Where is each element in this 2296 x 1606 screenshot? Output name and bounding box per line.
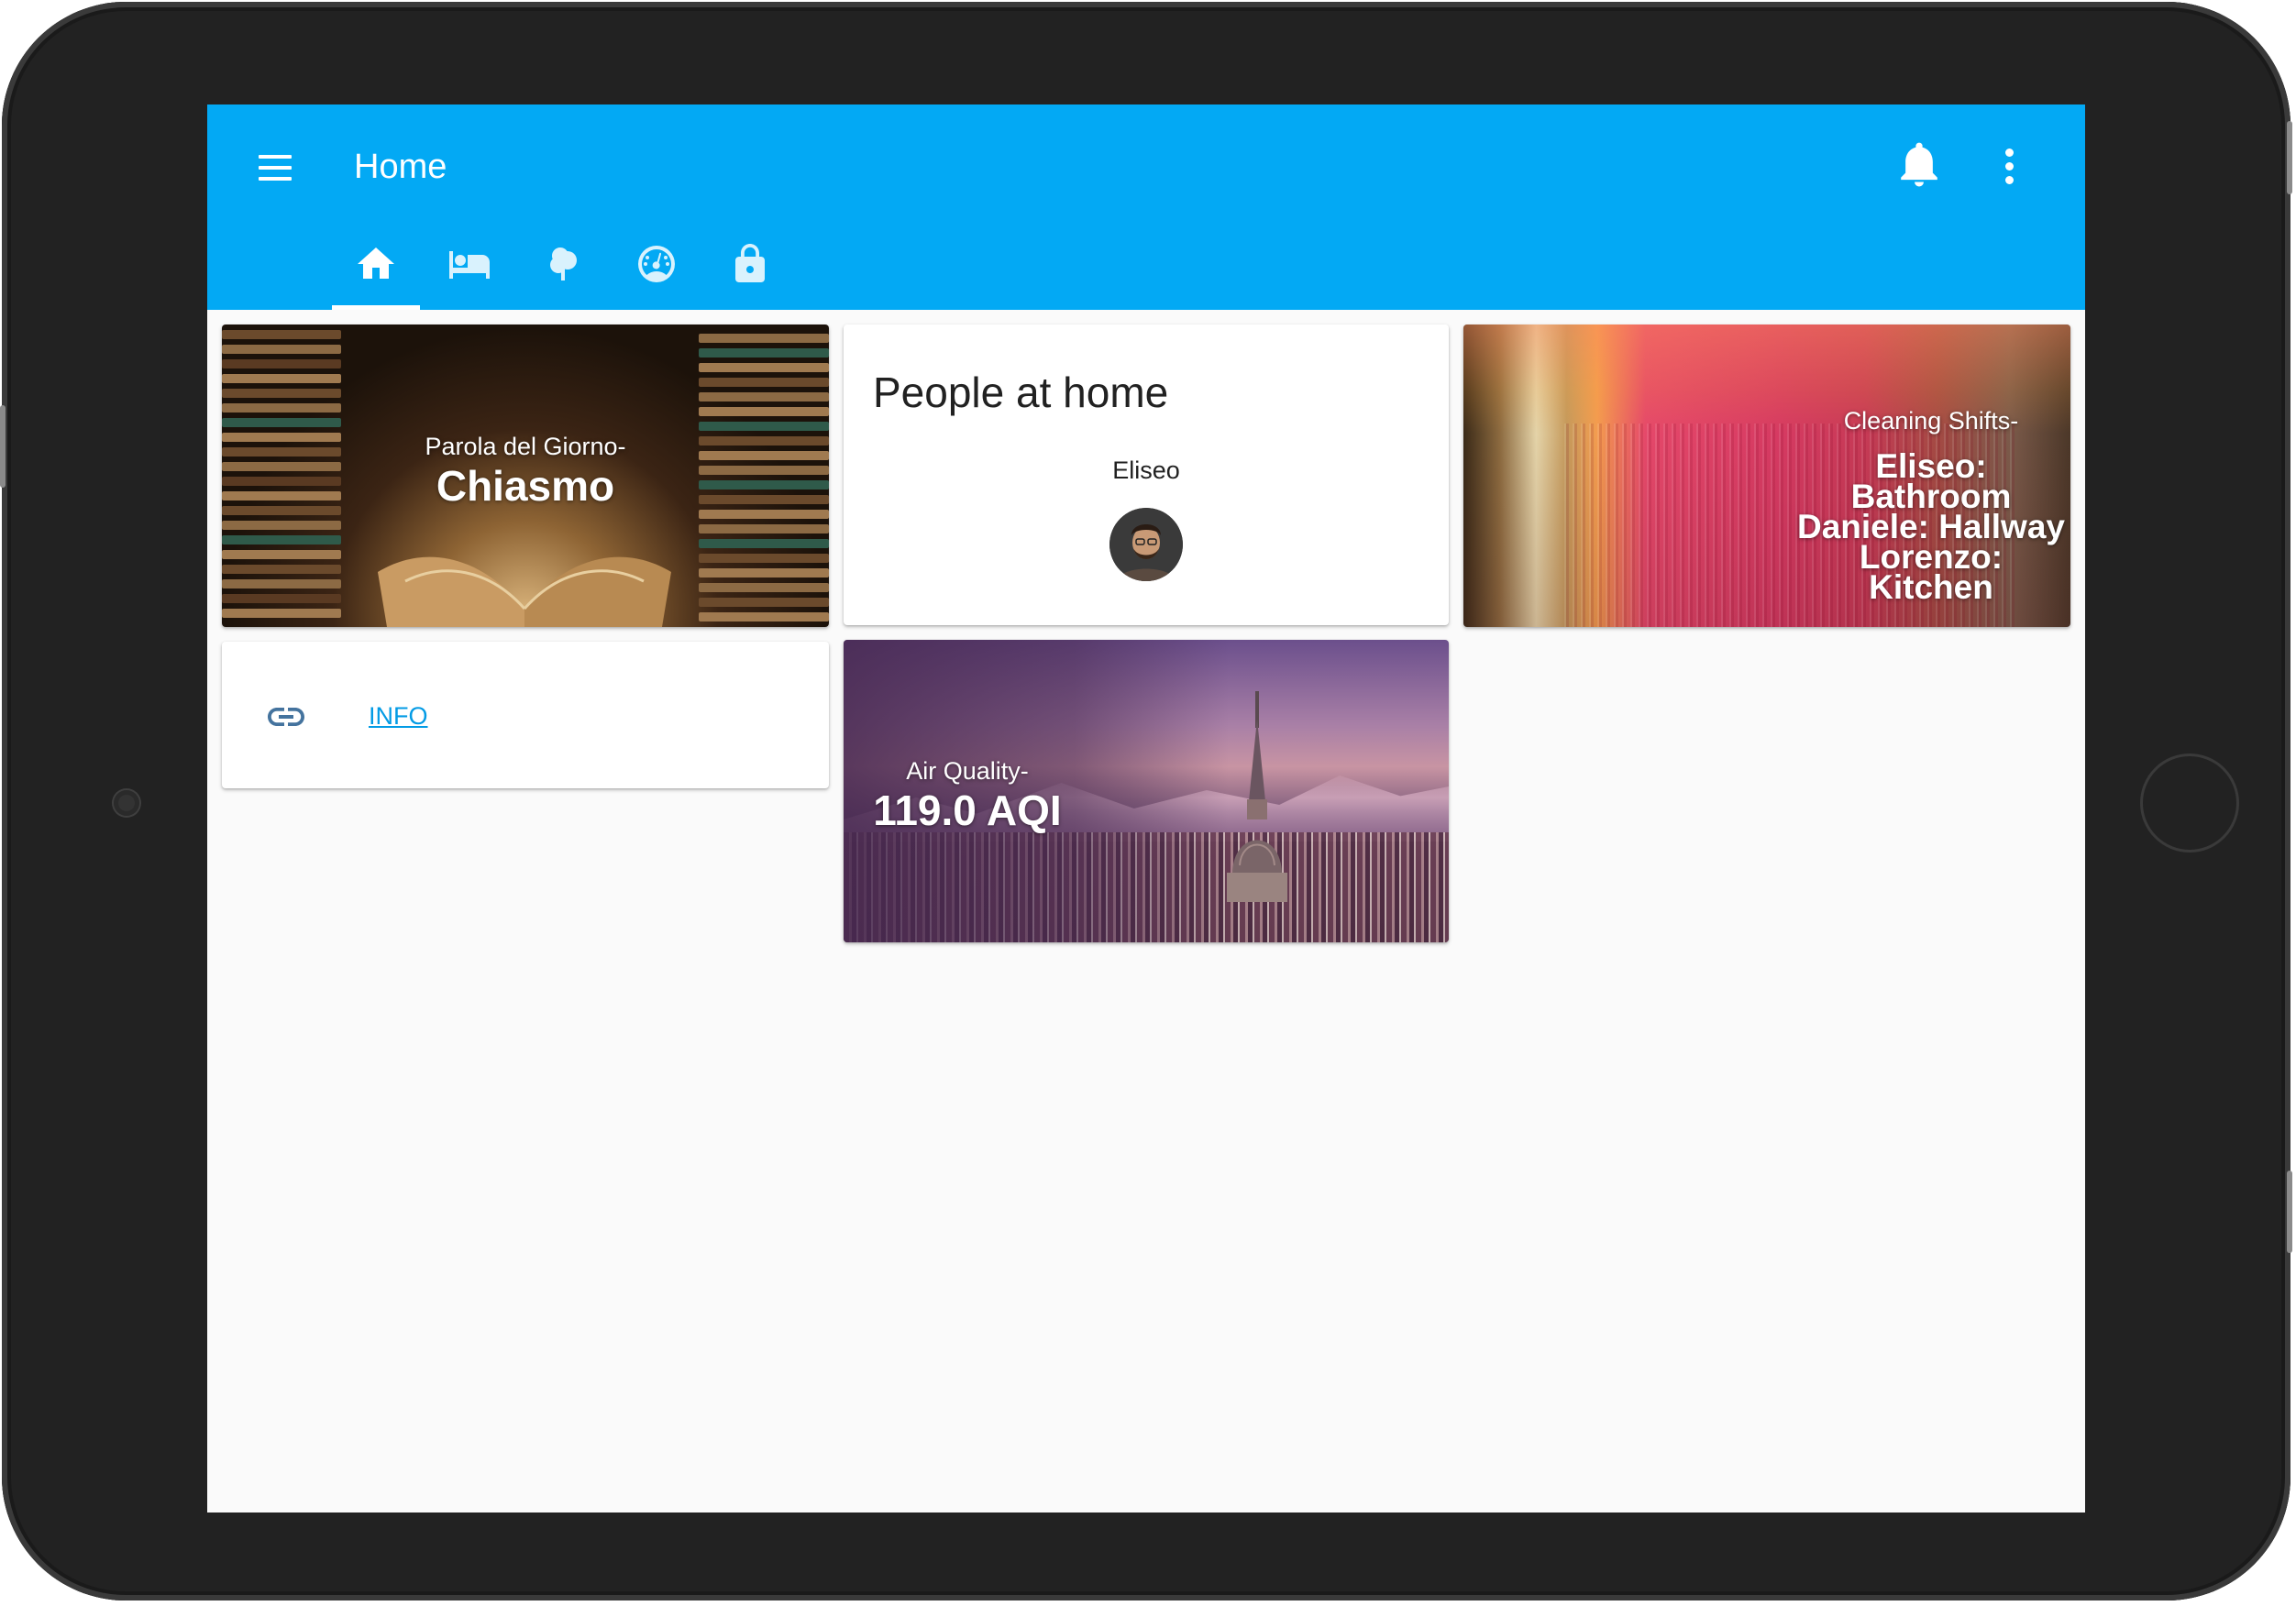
- screen: Home Parola del Giorno- Chiasmo People a…: [207, 104, 2085, 1512]
- menu-button[interactable]: [253, 146, 297, 190]
- app-bar: Home: [207, 104, 2085, 310]
- bell-icon: [1901, 142, 1937, 187]
- menu-icon: [259, 155, 292, 159]
- more-vert-icon: [2005, 148, 2014, 157]
- tab-sensors[interactable]: [613, 224, 701, 310]
- tab-security[interactable]: [706, 224, 794, 310]
- avatar[interactable]: [1109, 508, 1183, 581]
- cleaning-subtitle: Cleaning Shifts-: [1843, 407, 2019, 434]
- tablet-frame: Home Parola del Giorno- Chiasmo People a…: [0, 2, 2292, 1600]
- tab-garden[interactable]: [519, 224, 607, 310]
- word-of-the-day-card[interactable]: Parola del Giorno- Chiasmo: [222, 324, 829, 627]
- page-title: Home: [354, 148, 447, 186]
- people-at-home-card: People at home Eliseo: [844, 324, 1449, 625]
- home-icon: [358, 248, 394, 279]
- tab-home[interactable]: [332, 224, 420, 310]
- person-photo: [1109, 508, 1183, 581]
- front-camera: [114, 790, 139, 816]
- side-button-top: [0, 405, 6, 488]
- air-quality-value: 119.0 AQI: [873, 786, 1062, 834]
- card-title: People at home: [873, 368, 1169, 416]
- shift-line: Eliseo: Bathroom: [1850, 447, 2012, 515]
- air-quality-card[interactable]: Air Quality- 119.0 AQI: [844, 640, 1449, 942]
- tab-bedroom[interactable]: [425, 224, 513, 310]
- link-icon: [268, 708, 304, 726]
- lock-icon: [735, 244, 765, 282]
- bed-icon: [449, 251, 490, 279]
- word-subtitle: Parola del Giorno-: [425, 433, 626, 460]
- info-link[interactable]: INFO: [369, 700, 428, 732]
- side-button-right-bottom: [2287, 1171, 2292, 1253]
- person-name: Eliseo: [1112, 456, 1180, 484]
- device-home-button[interactable]: [2140, 754, 2239, 852]
- more-options-button[interactable]: [1986, 143, 2032, 189]
- tree-icon: [550, 248, 577, 280]
- notifications-button[interactable]: [1894, 141, 1944, 191]
- shift-line: Lorenzo: Kitchen: [1859, 538, 2003, 606]
- info-link-card: INFO: [222, 642, 829, 788]
- mole-antonelliana-image: [1227, 691, 1287, 902]
- air-quality-subtitle: Air Quality-: [906, 757, 1029, 785]
- cleaning-shifts-card[interactable]: Cleaning Shifts- Eliseo: Bathroom Daniel…: [1463, 324, 2070, 627]
- word-title: Chiasmo: [436, 462, 615, 510]
- side-button-right-top: [2287, 121, 2292, 194]
- speedometer-icon: [638, 246, 675, 282]
